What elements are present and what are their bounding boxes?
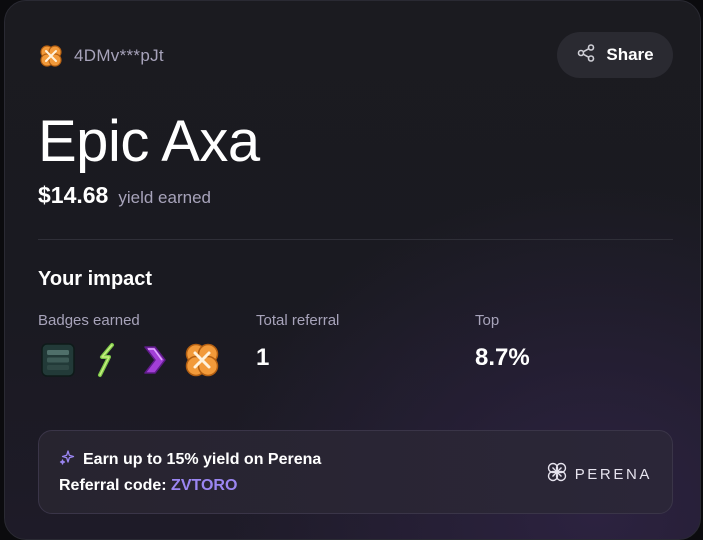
perena-brand: PERENA (546, 461, 652, 488)
top-label: Top (475, 312, 500, 329)
orange-flower-badge-icon (38, 43, 64, 69)
user-row: 4DMv***pJt (38, 43, 164, 69)
top-value: 8.7% (475, 344, 530, 371)
profile-name: Epic Axa (38, 109, 260, 174)
referral-label: Total referral (256, 312, 340, 329)
referral-code[interactable]: ZVTORO (171, 477, 237, 494)
promo-banner: Earn up to 15% yield on Perena Referral … (38, 430, 673, 514)
share-button[interactable]: Share (557, 32, 673, 78)
sparkle-icon (59, 449, 75, 470)
orange-flower-badge-icon (182, 340, 222, 380)
referral-code-row: Referral code: ZVTORO (59, 477, 237, 495)
divider (38, 239, 673, 240)
impact-title: Your impact (38, 268, 153, 290)
stack-badge-icon (38, 340, 78, 380)
yield-row: $14.68 yield earned (38, 182, 211, 209)
purple-chevron-badge-icon (134, 340, 174, 380)
green-lightning-badge-icon (86, 340, 126, 380)
promo-headline-row: Earn up to 15% yield on Perena (59, 449, 321, 470)
badges-label: Badges earned (38, 312, 140, 329)
user-handle: 4DMv***pJt (74, 46, 164, 65)
impact-card: 4DMv***pJt Share Epic Axa $14.68 yield e… (4, 0, 701, 540)
referral-value: 1 (256, 344, 270, 371)
badges-list (38, 340, 222, 380)
perena-logo-icon (546, 461, 568, 488)
yield-amount: $14.68 (38, 182, 109, 208)
share-icon (576, 43, 596, 68)
share-label: Share (606, 45, 654, 64)
promo-headline: Earn up to 15% yield on Perena (83, 450, 322, 468)
yield-label: yield earned (118, 188, 211, 207)
brand-name: PERENA (574, 466, 652, 483)
referral-code-label: Referral code: (59, 477, 172, 494)
